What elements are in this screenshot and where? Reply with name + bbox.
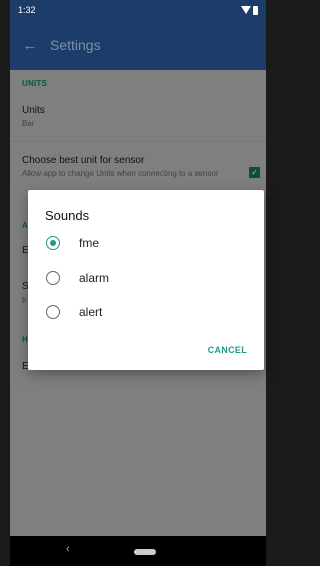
status-time: 1:32	[18, 5, 36, 15]
sound-option-fme[interactable]: fme	[28, 228, 264, 258]
best-unit-checkbox[interactable]: ✓	[249, 167, 260, 178]
units-preference-title[interactable]: Units	[22, 105, 45, 116]
status-icons	[241, 5, 258, 15]
cancel-button[interactable]: CANCEL	[208, 345, 247, 355]
divider	[10, 141, 266, 142]
app-bar: ← Settings	[10, 20, 266, 70]
back-arrow-icon[interactable]: ←	[10, 37, 50, 54]
sounds-dialog: Sounds fme alarm alert CANCEL	[28, 190, 264, 370]
page-title: Settings	[50, 37, 101, 53]
radio-selected-icon[interactable]	[46, 236, 60, 250]
best-unit-preference-summary: Allow app to change Units when connectin…	[22, 169, 219, 178]
sound-option-label: alert	[79, 305, 103, 319]
radio-unselected-icon[interactable]	[46, 271, 60, 285]
sound-option-alert[interactable]: alert	[28, 297, 264, 327]
units-preference-value: Bar	[22, 119, 35, 128]
best-unit-preference-title[interactable]: Choose best unit for sensor	[22, 155, 144, 166]
partial-preference-fr: fr	[22, 296, 27, 305]
nav-back-icon[interactable]: ‹	[66, 543, 70, 555]
battery-icon	[253, 5, 258, 15]
sound-option-label: alarm	[79, 271, 110, 285]
radio-unselected-icon[interactable]	[46, 305, 60, 319]
units-section-header: UNITS	[22, 79, 47, 88]
dialog-title: Sounds	[45, 208, 90, 223]
sound-option-alarm[interactable]: alarm	[28, 263, 264, 293]
nav-home-icon[interactable]	[134, 549, 156, 555]
wifi-icon	[241, 6, 251, 14]
sound-option-label: fme	[79, 236, 100, 250]
navigation-bar: ‹	[10, 536, 266, 566]
status-bar: 1:32	[10, 0, 266, 20]
